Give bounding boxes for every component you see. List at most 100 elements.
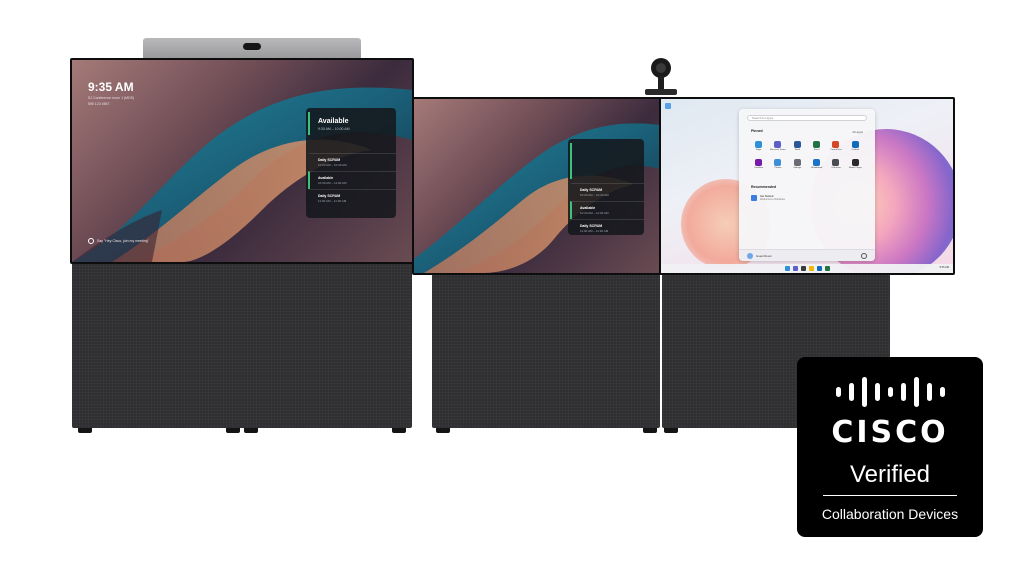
panel-status: Available (318, 118, 349, 125)
app-icon (755, 159, 763, 166)
calendar-item-time: 10:00 AM – 10:30 AM (580, 193, 609, 197)
app-label: Edge (756, 149, 762, 151)
right-display: Search for apps Pinned All apps Edge Micr… (659, 97, 955, 275)
power-icon[interactable] (861, 253, 867, 259)
app-label: Excel (813, 149, 820, 151)
windows-desktop: Search for apps Pinned All apps Edge Micr… (661, 99, 953, 273)
calendar-item[interactable]: Available 10:30 AM – 11:00 AM (308, 171, 396, 189)
calendar-item-title: Daily SCRUM (580, 188, 603, 192)
calendar-item-title: Daily SCRUM (318, 158, 341, 162)
recommended-heading: Recommended (751, 185, 777, 189)
pinned-app[interactable]: Outlook (846, 141, 865, 151)
app-icon (832, 141, 840, 148)
camera-lens-icon (243, 43, 261, 50)
recommended-item[interactable]: Get Started Welcome to Windows (751, 195, 785, 201)
app-label: Photos (774, 167, 782, 169)
cabinet-foot (436, 428, 450, 433)
calendar-item-time: 11:00 AM – 11:30 AM (318, 199, 347, 203)
calendar-item[interactable]: Available 10:30 AM – 11:00 AM (570, 201, 644, 219)
app-label: Calculator (831, 167, 841, 169)
calendar-item-title: Available (580, 206, 596, 210)
taskbar-app-icon[interactable] (792, 266, 798, 271)
taskbar-app-icon[interactable] (808, 266, 814, 271)
calendar-item-title: Daily SCRUM (580, 224, 603, 228)
pinned-app[interactable]: Word (788, 141, 807, 151)
panel-status-time: 9:30 AM – 10:00 AM (318, 127, 350, 131)
calendar-item[interactable]: Daily SCRUM 10:00 AM – 10:30 AM (570, 183, 644, 201)
microphone-icon (88, 238, 94, 244)
app-label: Microsoft Teams (770, 149, 786, 151)
app-label: Whiteboard (811, 167, 823, 169)
calendar-item-time: 10:30 AM – 11:00 AM (580, 211, 609, 215)
pinned-app[interactable]: Excel (807, 141, 826, 151)
calendar-panel[interactable]: Available 9:30 AM – 10:00 AM Daily SCRUM… (306, 108, 396, 218)
middle-screen-wallpaper: Daily SCRUM 10:00 AM – 10:30 AM Availabl… (414, 99, 660, 273)
pinned-app[interactable]: Photos (768, 159, 787, 169)
camera-soundbar (143, 38, 361, 58)
cabinet-foot (664, 428, 678, 433)
app-label: Word (794, 149, 800, 151)
pinned-app[interactable]: Edge (749, 141, 768, 151)
clock-time: 9:35 AM (88, 80, 134, 94)
middle-display: Daily SCRUM 10:00 AM – 10:30 AM Availabl… (412, 97, 662, 275)
app-icon (851, 141, 859, 148)
calendar-item-time: 11:00 AM – 11:30 AM (580, 229, 609, 233)
pinned-app[interactable]: Settings (788, 159, 807, 169)
room-name: SJ Conference room 1 (MDS) (88, 96, 135, 100)
calendar-item[interactable]: Daily SCRUM 10:00 AM – 10:30 AM (308, 153, 396, 171)
get-started-icon (751, 195, 757, 201)
product-image: 9:35 AM SJ Conference room 1 (MDS) 555 1… (0, 0, 1024, 575)
all-apps-button[interactable]: All apps (852, 130, 863, 134)
start-menu[interactable]: Search for apps Pinned All apps Edge Micr… (739, 109, 875, 261)
pinned-apps-grid: Edge Microsoft Teams Word Excel PowerPoint Ou… (749, 141, 865, 169)
collaboration-devices-label: Collaboration Devices (821, 506, 959, 522)
start-menu-footer: Guest Room (739, 249, 875, 261)
app-icon (774, 159, 782, 166)
left-cabinet (72, 262, 412, 428)
webcam-icon (645, 58, 677, 98)
left-display: 9:35 AM SJ Conference room 1 (MDS) 555 1… (70, 58, 414, 264)
pinned-app[interactable]: PowerPoint (826, 141, 845, 151)
app-icon (832, 159, 840, 166)
cabinet-foot (392, 428, 406, 433)
app-label: OneNote (754, 167, 764, 169)
voice-hint-text: Say "Hey Cisco, join my meeting" (97, 239, 149, 243)
pinned-app[interactable]: Microsoft Teams (768, 141, 787, 151)
pinned-heading: Pinned (751, 129, 763, 133)
start-search-input[interactable]: Search for apps (747, 115, 867, 121)
taskbar: 9:35 AM (661, 264, 953, 273)
cabinet-foot (226, 428, 240, 433)
user-avatar[interactable] (747, 253, 753, 259)
taskbar-app-icon[interactable] (784, 266, 790, 271)
pinned-app[interactable]: Calculator (826, 159, 845, 169)
calendar-item[interactable]: Daily SCRUM 11:00 AM – 11:30 AM (308, 189, 396, 207)
app-label: PowerPoint (830, 149, 842, 151)
calendar-item[interactable]: Daily SCRUM 11:00 AM – 11:30 AM (570, 219, 644, 237)
taskbar-app-icon[interactable] (800, 266, 806, 271)
taskbar-app-icon[interactable] (816, 266, 822, 271)
app-icon (793, 159, 801, 166)
calendar-item-time: 10:00 AM – 10:30 AM (318, 163, 347, 167)
calendar-panel[interactable]: Daily SCRUM 10:00 AM – 10:30 AM Availabl… (568, 139, 644, 235)
app-icon (813, 141, 821, 148)
recommended-item-subtitle: Welcome to Windows (760, 198, 785, 201)
verified-label: Verified (849, 461, 931, 488)
calendar-item-title: Daily SCRUM (318, 194, 341, 198)
pinned-app[interactable]: Media Player (846, 159, 865, 169)
left-screen-wallpaper: 9:35 AM SJ Conference room 1 (MDS) 555 1… (72, 60, 412, 262)
cisco-wordmark: CISCO (831, 415, 949, 450)
recycle-bin-icon[interactable] (665, 103, 671, 109)
calendar-item-time: 10:30 AM – 11:00 AM (318, 181, 347, 185)
taskbar-clock: 9:35 AM (939, 266, 949, 269)
middle-cabinet (432, 274, 660, 428)
app-icon (755, 141, 763, 148)
user-name: Guest Room (756, 254, 772, 258)
cabinet-foot (244, 428, 258, 433)
pinned-app[interactable]: Whiteboard (807, 159, 826, 169)
app-label: Settings (793, 167, 802, 169)
clock-widget: 9:35 AM SJ Conference room 1 (MDS) 555 1… (88, 80, 134, 106)
badge-divider (823, 495, 957, 496)
taskbar-app-icon[interactable] (824, 266, 830, 271)
cisco-verified-badge: CISCO Verified Collaboration Devices (797, 357, 983, 537)
pinned-app[interactable]: OneNote (749, 159, 768, 169)
